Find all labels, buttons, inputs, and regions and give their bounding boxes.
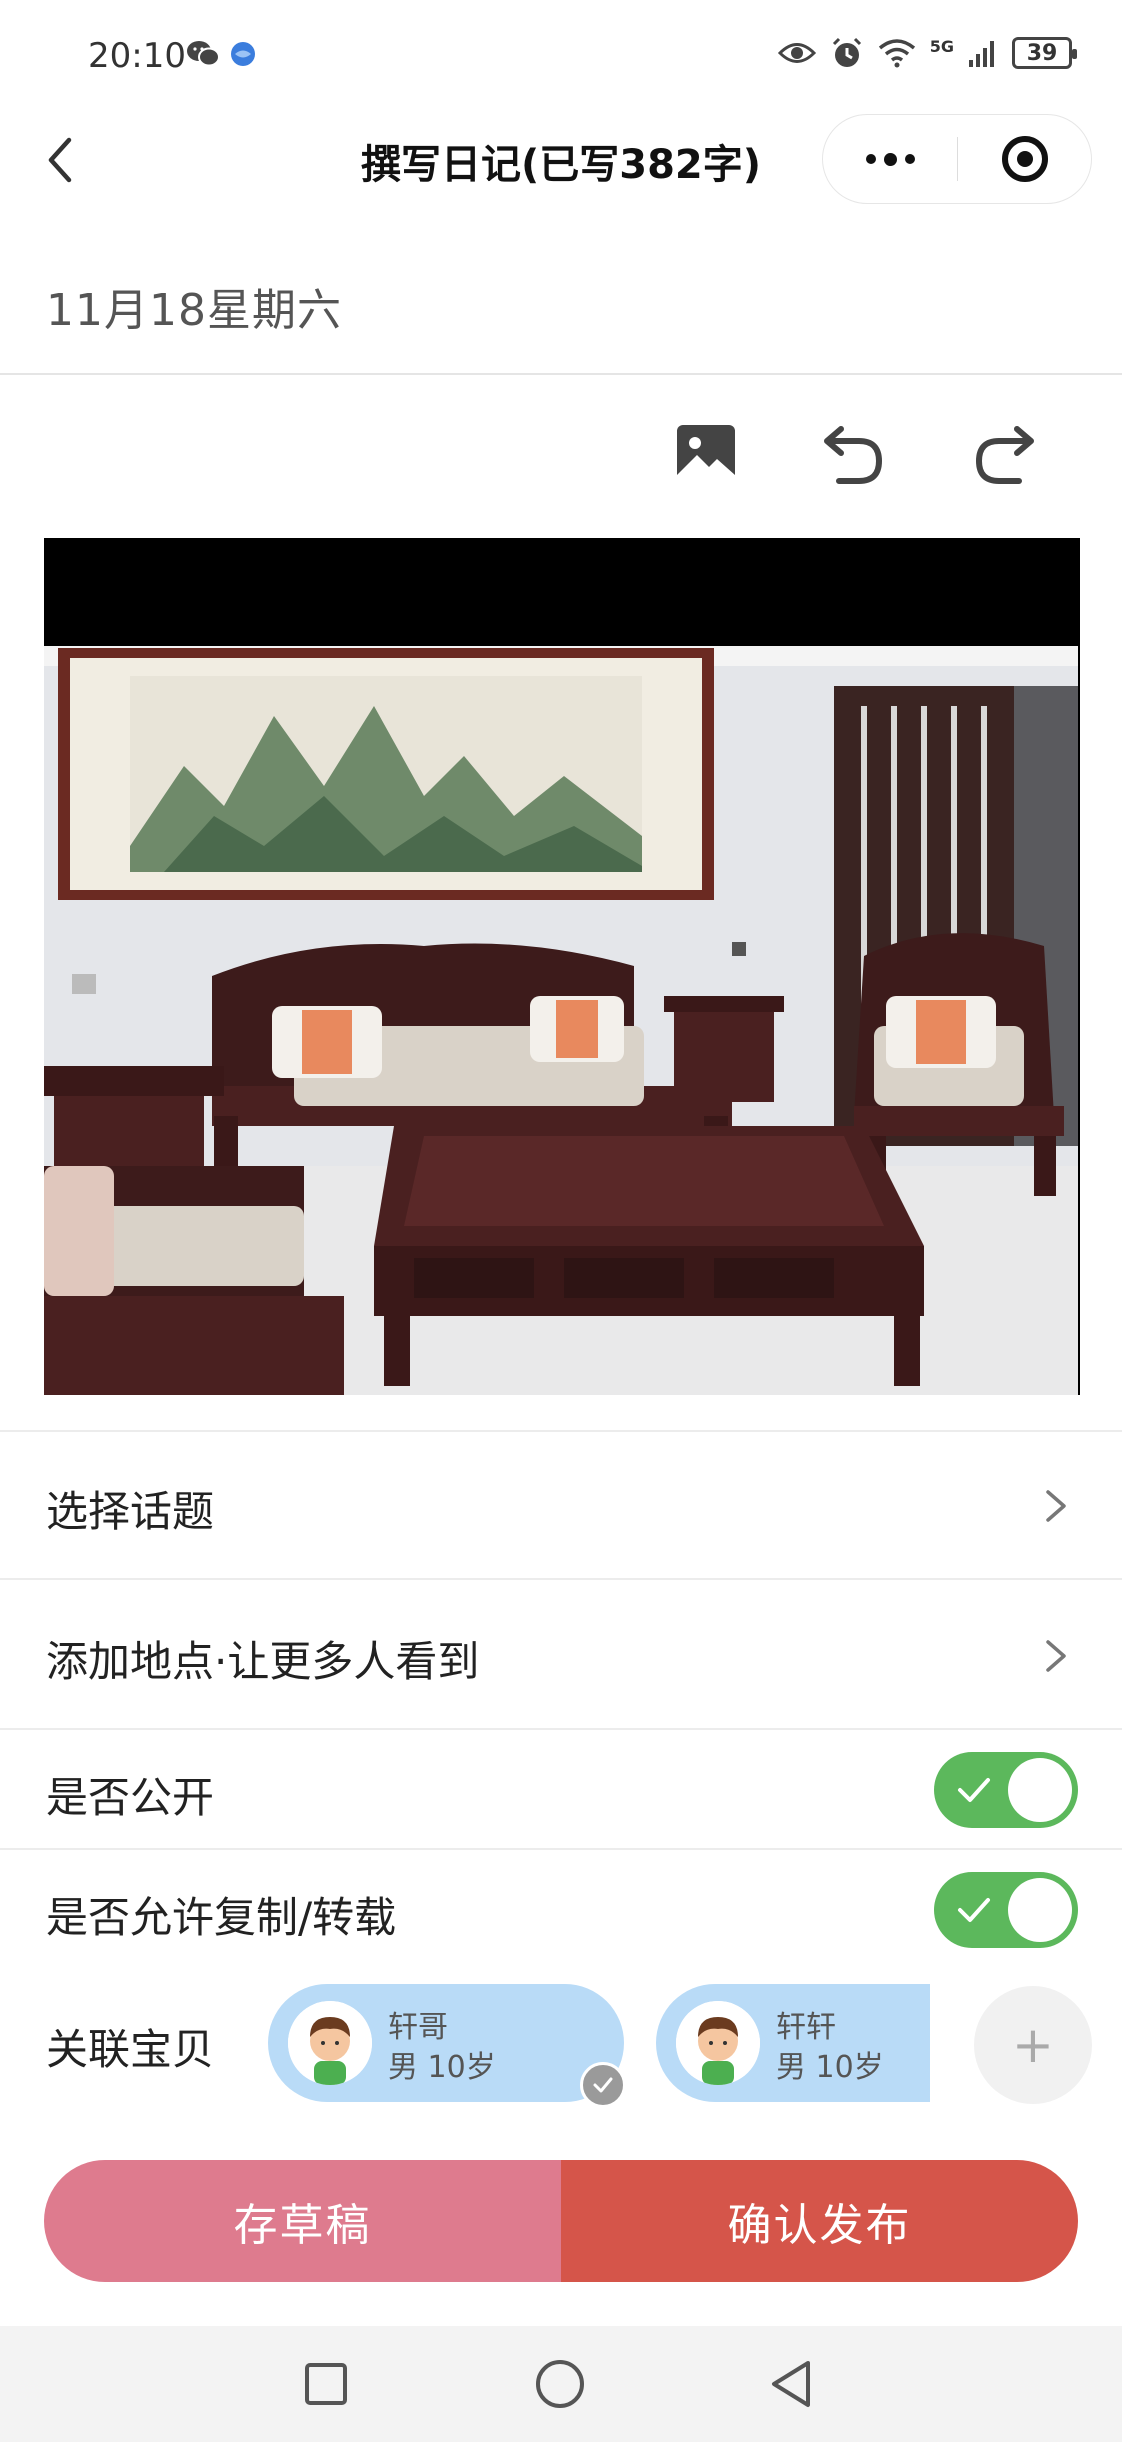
boy-avatar-icon [676,2001,760,2085]
battery-icon: 39 [1012,37,1077,69]
nav-bar: 撰写日记(已写382字) [0,110,1122,210]
status-right-icons: 5G 39 [777,36,1077,70]
undo-icon [824,426,883,484]
circle-icon [536,2360,584,2408]
baby-chip[interactable]: 轩哥 男 10岁 [268,1984,626,2108]
diary-date: 11月18星期六 [46,285,342,336]
baby-info: 男 10岁 [776,2050,884,2085]
public-label: 是否公开 [46,1773,215,1822]
square-icon [305,2363,347,2405]
related-baby-row: 关联宝贝 轩哥 男 10岁 轩轩 男 10岁 + [0,1968,1122,2118]
browser-icon [231,42,255,66]
network-type: 5G [929,36,954,56]
system-back-button[interactable] [764,2356,820,2412]
selected-check-icon [580,2062,626,2108]
avatar [288,2001,372,2085]
redo-icon [975,426,1034,484]
system-nav-bar [0,2326,1122,2442]
avatar [676,2001,760,2085]
select-topic-label: 选择话题 [46,1487,215,1536]
public-row: 是否公开 [0,1728,1122,1848]
diary-photo[interactable] [44,538,1080,1395]
chevron-right-icon [1046,1640,1066,1672]
toggle-knob [1008,1878,1072,1942]
wifi-icon [878,39,915,68]
close-mini-program-button[interactable] [958,136,1091,182]
select-topic-row[interactable]: 选择话题 [0,1430,1122,1578]
editor-toolbar [0,400,1122,510]
insert-image-button[interactable] [668,416,744,492]
allow-copy-label: 是否允许复制/转载 [46,1893,397,1942]
chevron-right-icon [1046,1490,1066,1522]
public-toggle[interactable] [934,1752,1078,1828]
wechat-icon [187,41,220,67]
more-button[interactable] [823,115,957,203]
related-baby-label: 关联宝贝 [46,2025,215,2074]
baby-name: 轩哥 [388,2010,448,2045]
mini-program-capsule [822,114,1092,204]
plus-icon: + [1012,2016,1054,2074]
boy-avatar-icon [288,2001,372,2085]
save-draft-button[interactable]: 存草稿 [44,2160,561,2282]
check-icon [958,1778,990,1802]
allow-copy-row: 是否允许复制/转载 [0,1848,1122,1968]
redo-button[interactable] [966,416,1042,492]
photo-black-band [44,538,1080,638]
allow-copy-toggle[interactable] [934,1872,1078,1948]
signal-icon [969,41,994,67]
check-icon [958,1898,990,1922]
add-location-row[interactable]: 添加地点·让更多人看到 [0,1578,1122,1728]
undo-button[interactable] [816,416,892,492]
baby-name: 轩轩 [776,2010,836,2045]
publish-button[interactable]: 确认发布 [561,2160,1078,2282]
image-icon [677,425,735,483]
status-time: 20:10 [88,36,186,76]
eye-icon [777,43,816,63]
home-button[interactable] [532,2356,588,2412]
baby-info: 男 10岁 [388,2050,496,2085]
date-row: 11月18星期六 [0,250,1122,375]
add-location-label: 添加地点·让更多人看到 [46,1637,480,1686]
living-room-photo [44,646,1078,1395]
add-baby-button[interactable]: + [974,1986,1092,2104]
action-buttons: 存草稿 确认发布 [44,2160,1078,2282]
triangle-back-icon [772,2361,810,2407]
status-left-icons [186,40,256,68]
toggle-knob [1008,1758,1072,1822]
baby-chip[interactable]: 轩轩 男 10岁 [656,1984,930,2102]
recent-apps-button[interactable] [298,2356,354,2412]
alarm-icon [832,37,861,67]
target-icon [1001,136,1048,182]
status-bar: 20:10 5G 39 [0,0,1122,110]
battery-level: 39 [1026,40,1058,66]
